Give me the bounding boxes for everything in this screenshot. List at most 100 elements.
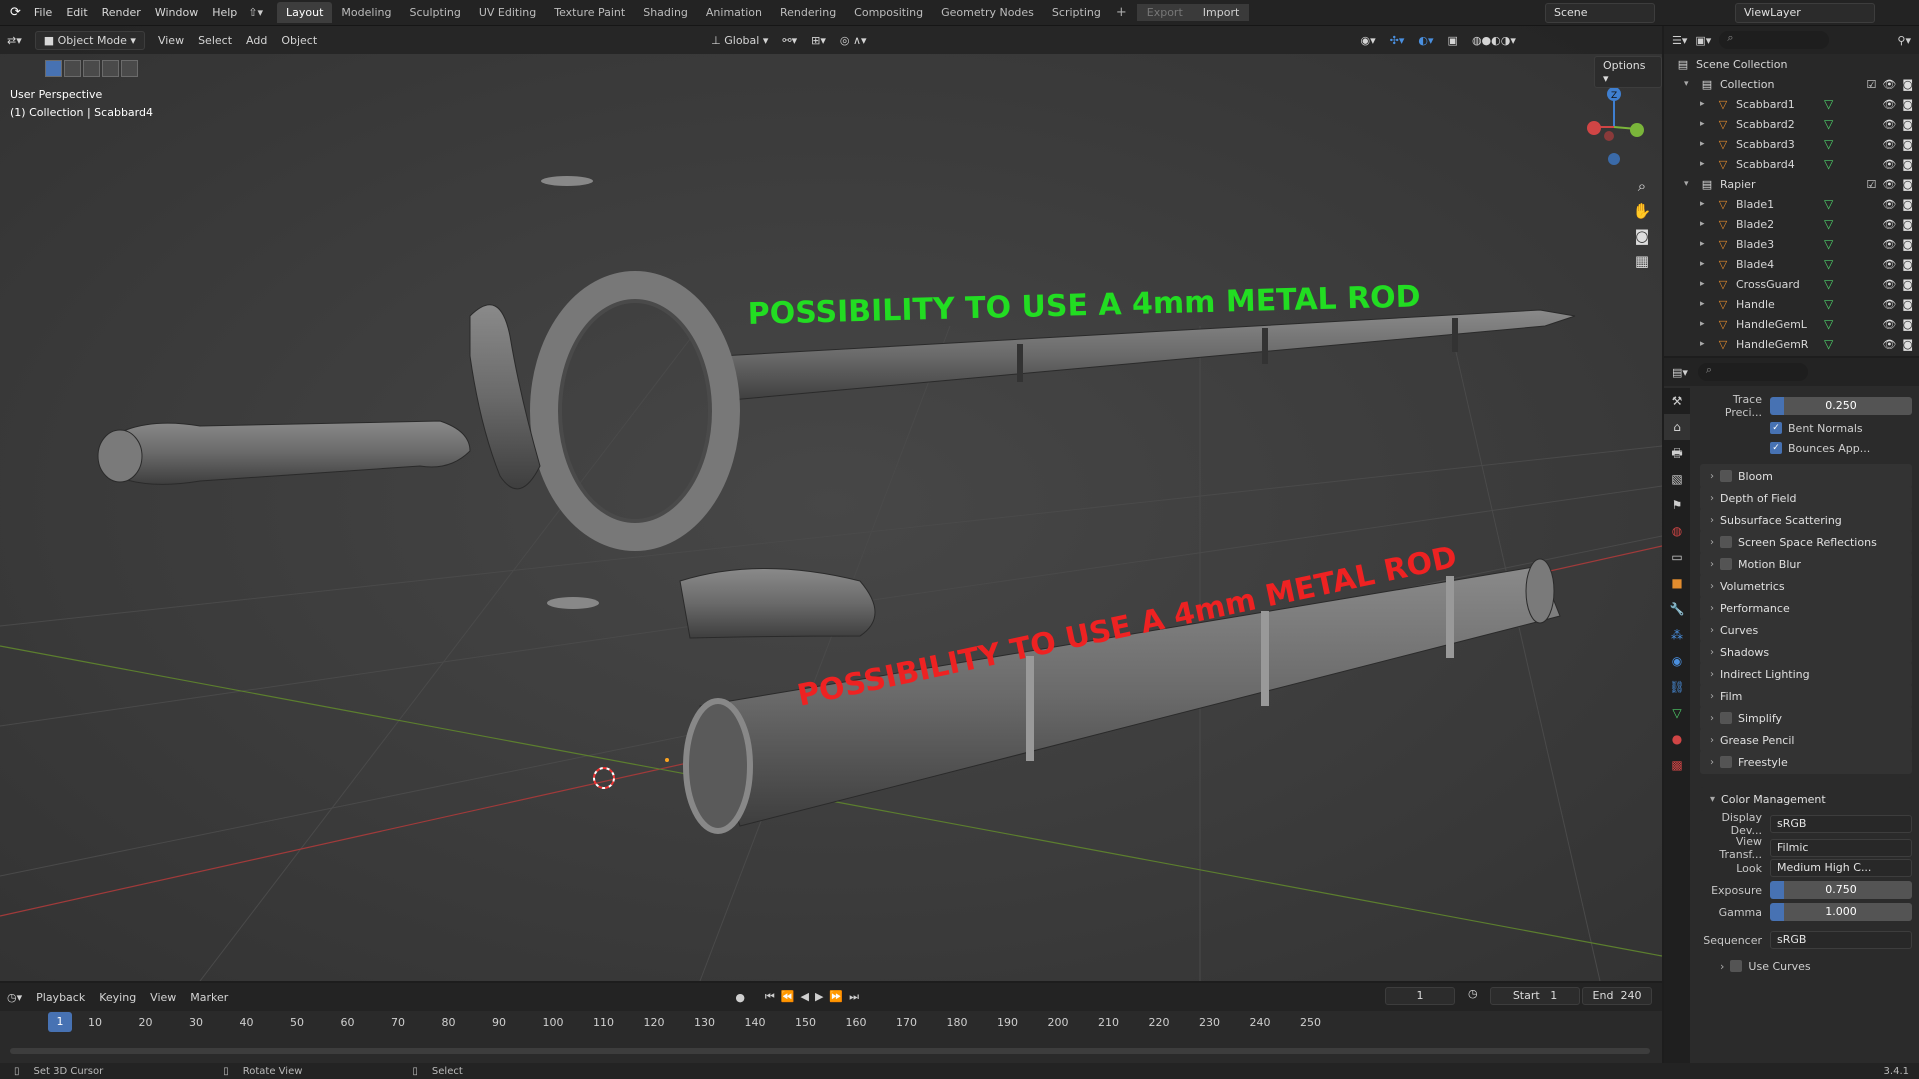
- viewport-menu-add[interactable]: Add: [239, 31, 274, 50]
- exclude-checkbox-icon[interactable]: ☑: [1866, 178, 1876, 191]
- timeline-editor-icon[interactable]: ◷▾: [0, 988, 29, 1007]
- panel-motion-blur[interactable]: › Motion Blur: [1700, 552, 1912, 576]
- render-camera-icon[interactable]: ◙: [1902, 218, 1913, 231]
- collapse-arrow-icon[interactable]: ▸: [1700, 339, 1710, 349]
- mode-selector[interactable]: ■ Object Mode ▾: [34, 30, 145, 50]
- menu-file[interactable]: File: [27, 6, 59, 19]
- scene-tab-icon[interactable]: ⚑: [1664, 492, 1690, 518]
- xray-icon[interactable]: ▣: [1441, 31, 1465, 50]
- render-camera-icon[interactable]: ◙: [1902, 238, 1913, 251]
- tab-geometry-nodes[interactable]: Geometry Nodes: [932, 2, 1043, 23]
- tab-rendering[interactable]: Rendering: [771, 2, 845, 23]
- render-camera-icon[interactable]: ◙: [1902, 298, 1913, 311]
- render-camera-icon[interactable]: ◙: [1902, 98, 1913, 111]
- tab-texture-paint[interactable]: Texture Paint: [545, 2, 634, 23]
- display-device-select[interactable]: sRGB: [1770, 815, 1912, 833]
- timeline-menu-marker[interactable]: Marker: [183, 988, 235, 1007]
- eye-icon[interactable]: 👁: [1882, 218, 1896, 231]
- menu-help[interactable]: Help: [205, 6, 244, 19]
- menu-render[interactable]: Render: [95, 6, 148, 19]
- texture-tab-icon[interactable]: ▩: [1664, 752, 1690, 778]
- panel-bloom[interactable]: › Bloom: [1700, 464, 1912, 488]
- select-extend-icon[interactable]: [83, 60, 100, 77]
- collapse-arrow-icon[interactable]: ▸: [1700, 279, 1710, 289]
- collapse-arrow-icon[interactable]: ▸: [1700, 319, 1710, 329]
- exclude-checkbox-icon[interactable]: ☑: [1866, 78, 1876, 91]
- gamma-field[interactable]: 1.000: [1770, 903, 1912, 921]
- filter-display-icon[interactable]: ▣▾: [1695, 34, 1711, 47]
- view-layer-selector[interactable]: ViewLayer: [1735, 3, 1875, 23]
- collapse-arrow-icon[interactable]: ▸: [1700, 199, 1710, 209]
- trace-precision-field[interactable]: 0.250: [1770, 397, 1912, 415]
- outliner-row-blade1[interactable]: ▸ ▽ Blade1 ▽ 👁 ◙: [1664, 194, 1919, 214]
- eye-icon[interactable]: 👁: [1882, 258, 1896, 271]
- eye-icon[interactable]: 👁: [1882, 278, 1896, 291]
- clock-icon[interactable]: ◷: [1468, 987, 1478, 1000]
- collapse-arrow-icon[interactable]: ▸: [1700, 119, 1710, 129]
- outliner-row-scabbard2[interactable]: ▸ ▽ Scabbard2 ▽ 👁 ◙: [1664, 114, 1919, 134]
- output-tab-icon[interactable]: 🖶: [1664, 440, 1690, 466]
- render-camera-icon[interactable]: ◙: [1902, 138, 1913, 151]
- collapse-arrow-icon[interactable]: ▸: [1700, 139, 1710, 149]
- collection-tab-icon[interactable]: ▭: [1664, 544, 1690, 570]
- collapse-arrow-icon[interactable]: ▸: [1700, 239, 1710, 249]
- panel-film[interactable]: › Film: [1700, 684, 1912, 708]
- gizmo-toggle-icon[interactable]: ✣▾: [1383, 31, 1412, 50]
- outliner-row-collection[interactable]: ▾ ▤ Collection ☑ 👁 ◙: [1664, 74, 1919, 94]
- modifier-tab-icon[interactable]: 🔧: [1664, 596, 1690, 622]
- tab-animation[interactable]: Animation: [697, 2, 771, 23]
- look-select[interactable]: Medium High C...: [1770, 859, 1912, 877]
- upload-icon[interactable]: ⇧▾: [248, 6, 263, 19]
- object-tab-icon[interactable]: ■: [1664, 570, 1690, 596]
- handle-piece[interactable]: [679, 568, 876, 639]
- render-camera-icon[interactable]: ◙: [1902, 198, 1913, 211]
- eye-icon[interactable]: 👁: [1882, 98, 1896, 111]
- panel-performance[interactable]: › Performance: [1700, 596, 1912, 620]
- tab-shading[interactable]: Shading: [634, 2, 697, 23]
- snap-icon[interactable]: ⊞▾: [804, 31, 833, 50]
- render-tab-icon[interactable]: ⌂: [1664, 414, 1690, 440]
- panel-enable-checkbox[interactable]: [1720, 470, 1732, 482]
- outliner-row-scabbard1[interactable]: ▸ ▽ Scabbard1 ▽ 👁 ◙: [1664, 94, 1919, 114]
- eye-icon[interactable]: 👁: [1882, 238, 1896, 251]
- panel-curves[interactable]: › Curves: [1700, 618, 1912, 642]
- timeline-ruler[interactable]: 10 20 30 40 50 60 70 80 90 100 110 120 130 140 150 160 1…: [0, 1016, 1662, 1038]
- collapse-arrow-icon[interactable]: ▸: [1700, 219, 1710, 229]
- shading-modes-icon[interactable]: ◍●◐◑▾: [1465, 31, 1523, 50]
- eye-icon[interactable]: 👁: [1882, 338, 1896, 351]
- exposure-field[interactable]: 0.750: [1770, 881, 1912, 899]
- render-camera-icon[interactable]: ◙: [1902, 178, 1913, 191]
- outliner-row-handle[interactable]: ▸ ▽ Handle ▽ 👁 ◙: [1664, 294, 1919, 314]
- outliner-row-handlegemr[interactable]: ▸ ▽ HandleGemR ▽ 👁 ◙: [1664, 334, 1919, 354]
- select-box-tool[interactable]: [45, 60, 62, 77]
- transform-orientation[interactable]: ⊥ Global ▾: [704, 31, 775, 50]
- panel-screen-space-reflections[interactable]: › Screen Space Reflections: [1700, 530, 1912, 554]
- panel-enable-checkbox[interactable]: [1720, 756, 1732, 768]
- eye-icon[interactable]: 👁: [1882, 298, 1896, 311]
- editor-type-icon[interactable]: ⇄▾: [0, 31, 29, 50]
- panel-enable-checkbox[interactable]: [1720, 558, 1732, 570]
- zoom-icon[interactable]: ⌕: [1630, 174, 1654, 198]
- menu-window[interactable]: Window: [148, 6, 205, 19]
- properties-editor-icon[interactable]: ▤▾: [1672, 366, 1688, 379]
- display-mode-icon[interactable]: ☰▾: [1672, 34, 1687, 47]
- particles-tab-icon[interactable]: ⁂: [1664, 622, 1690, 648]
- filter-icon[interactable]: ⚲▾: [1897, 34, 1911, 47]
- data-tab-icon[interactable]: ▽: [1664, 700, 1690, 726]
- options-dropdown[interactable]: Options ▾: [1594, 56, 1662, 88]
- start-frame-field[interactable]: Start 1: [1490, 987, 1580, 1005]
- record-icon[interactable]: ●: [735, 991, 745, 1004]
- render-camera-icon[interactable]: ◙: [1902, 158, 1913, 171]
- use-curves-row[interactable]: › Use Curves: [1700, 956, 1912, 976]
- scene-selector[interactable]: Scene: [1545, 3, 1655, 23]
- import-button[interactable]: Import: [1192, 4, 1250, 21]
- 3d-viewport[interactable]: POSSIBILITY TO USE A 4mm METAL ROD POSSI…: [0, 26, 1662, 981]
- panel-enable-checkbox[interactable]: [1720, 536, 1732, 548]
- gem-top[interactable]: [541, 176, 593, 186]
- timeline-scrollbar[interactable]: [10, 1048, 1650, 1054]
- sequencer-select[interactable]: sRGB: [1770, 931, 1912, 949]
- viewport-menu-select[interactable]: Select: [191, 31, 239, 50]
- eye-icon[interactable]: 👁: [1882, 198, 1896, 211]
- gem-bottom[interactable]: [547, 597, 599, 609]
- proportional-edit-icon[interactable]: ◎ ∧▾: [833, 31, 874, 50]
